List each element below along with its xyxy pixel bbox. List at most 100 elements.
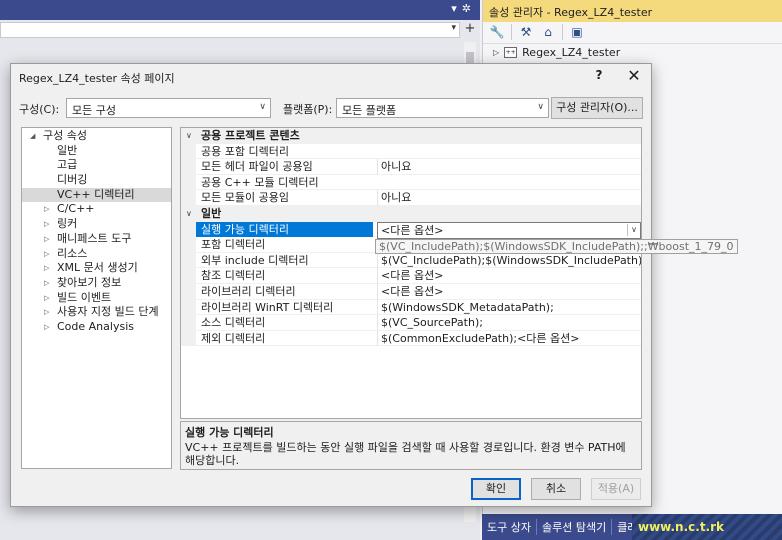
tree-item-label: XML 문서 생성기 xyxy=(57,261,138,275)
tree-item-label: Code Analysis xyxy=(57,319,134,333)
apply-button[interactable]: 적용(A) xyxy=(591,478,641,500)
property-value-text: $(CommonExcludePath);<다른 옵션> xyxy=(381,331,580,345)
tree-item-label: 리소스 xyxy=(57,246,88,260)
chevron-down-icon: ∨ xyxy=(259,102,266,112)
property-value: 아니요 xyxy=(377,159,641,175)
save-icon[interactable]: ▣ xyxy=(569,24,585,40)
property-row[interactable]: 라이브러리 WinRT 디렉터리 $(WindowsSDK_MetadataPat… xyxy=(181,299,641,316)
property-value-text: 아니요 xyxy=(381,191,412,205)
property-name: 라이브러리 디렉터리 xyxy=(201,284,296,298)
grid-category[interactable]: ∨ 일반 xyxy=(181,205,641,222)
tree-item[interactable]: 일반 xyxy=(22,144,171,159)
property-row[interactable]: 외부 include 디렉터리 $(VC_IncludePath);$(Windo… xyxy=(181,252,641,269)
configuration-value: 모든 구성 xyxy=(72,104,116,117)
expand-arrow-icon[interactable]: ▷ xyxy=(44,305,49,320)
description-panel: 실행 가능 디렉터리 VC++ 프로젝트를 빌드하는 동안 실행 파일을 검색할… xyxy=(180,421,642,470)
property-row[interactable]: 모든 모듈이 공용임 아니요 xyxy=(181,190,641,206)
expand-arrow-icon[interactable]: ▷ xyxy=(493,48,499,57)
tree-item[interactable]: ▷ 찾아보기 정보 xyxy=(22,276,171,291)
expand-arrow-icon[interactable]: ▷ xyxy=(44,276,49,291)
folder-icon[interactable]: ⌂ xyxy=(540,24,556,40)
tree-item[interactable]: 디버깅 xyxy=(22,173,171,188)
toolbar-divider xyxy=(511,24,512,40)
tools-icon[interactable]: ⚒ xyxy=(518,24,534,40)
platform-label: 플랫폼(P): xyxy=(283,103,333,116)
project-icon: ++ xyxy=(504,47,518,58)
property-value: $(CommonExcludePath);<다른 옵션> xyxy=(377,330,641,347)
property-name: 외부 include 디렉터리 xyxy=(201,253,309,267)
property-row[interactable]: 공용 포함 디렉터리 xyxy=(181,143,641,160)
property-name: 모든 모듈이 공용임 xyxy=(201,191,289,205)
expand-arrow-icon[interactable]: ▷ xyxy=(44,261,49,276)
tree-item[interactable]: ▷ XML 문서 생성기 xyxy=(22,261,171,276)
property-row[interactable]: 제외 디렉터리 $(CommonExcludePath);<다른 옵션> xyxy=(181,330,641,347)
window-controls-icon[interactable]: ▾✲ xyxy=(451,2,476,15)
expand-arrow-icon[interactable]: ▷ xyxy=(44,320,49,335)
tree-item[interactable]: VC++ 디렉터리 xyxy=(22,187,171,203)
property-name: 공용 포함 디렉터리 xyxy=(201,144,289,158)
ok-button[interactable]: 확인 xyxy=(471,478,521,500)
tree-item[interactable]: ▷ 리소스 xyxy=(22,247,171,262)
help-button[interactable]: ? xyxy=(591,68,607,82)
expand-arrow-icon[interactable]: ▷ xyxy=(44,232,49,247)
platform-value: 모든 플랫폼 xyxy=(342,104,397,117)
wrench-icon[interactable]: 🔧 xyxy=(489,24,505,40)
property-row[interactable]: 모든 헤더 파일이 공용임 아니요 xyxy=(181,159,641,175)
tab-solution-explorer[interactable]: 솔루션 탐색기 xyxy=(537,519,613,535)
chevron-down-icon: ∨ xyxy=(537,102,544,112)
property-name: 실행 가능 디렉터리 xyxy=(196,221,373,238)
project-name: Regex_LZ4_tester xyxy=(522,46,621,59)
property-row[interactable]: 참조 디렉터리 <다른 옵션> xyxy=(181,268,641,284)
platform-dropdown[interactable]: 모든 플랫폼 ∨ xyxy=(336,98,549,118)
property-row[interactable]: 실행 가능 디렉터리 <다른 옵션> ∨ xyxy=(181,221,641,240)
split-editor-icon[interactable]: + xyxy=(462,22,478,38)
tree-item[interactable]: ▷ Code Analysis xyxy=(22,320,171,335)
property-value-text: <다른 옵션> xyxy=(381,269,444,283)
value-dropdown-icon[interactable]: ∨ xyxy=(627,223,640,236)
property-pages-dialog: Regex_LZ4_tester 속성 페이지 ? ✕ 구성(C): 모든 구성… xyxy=(10,63,738,507)
grid-category-label: 공용 프로젝트 콘텐츠 xyxy=(201,129,300,142)
property-value-text: 아니요 xyxy=(381,160,412,174)
tree-item-label: 디버깅 xyxy=(57,173,88,187)
tree-item[interactable]: ▷ 빌드 이벤트 xyxy=(22,291,171,306)
property-name: 포함 디렉터리 xyxy=(201,238,266,252)
expand-arrow-icon[interactable]: ▷ xyxy=(44,217,49,232)
property-value-text: $(VC_SourcePath); xyxy=(381,316,483,330)
configuration-dropdown[interactable]: 모든 구성 ∨ xyxy=(66,98,271,118)
tree-item[interactable]: ▷ C/C++ xyxy=(22,202,171,217)
dialog-title: Regex_LZ4_tester 속성 페이지 xyxy=(19,72,175,85)
project-tree-item[interactable]: ▷ ++ Regex_LZ4_tester xyxy=(483,44,782,61)
configuration-label: 구성(C): xyxy=(19,103,60,116)
expand-arrow-icon[interactable]: ▷ xyxy=(44,202,49,217)
property-value: 아니요 xyxy=(377,190,641,206)
tree-item-label: 고급 xyxy=(57,158,78,172)
configuration-manager-button[interactable]: 구성 관리자(O)... xyxy=(551,97,643,119)
property-row[interactable]: 공용 C++ 모듈 디렉터리 xyxy=(181,174,641,191)
collapse-arrow-icon[interactable]: ∨ xyxy=(186,128,192,144)
tree-item[interactable]: ▷ 매니페스트 도구 xyxy=(22,232,171,247)
property-value: $(VC_IncludePath);$(WindowsSDK_IncludePa… xyxy=(377,252,641,269)
tree-item-label: 찾아보기 정보 xyxy=(57,275,122,289)
cancel-button[interactable]: 취소 xyxy=(531,478,581,500)
tree-item[interactable]: 고급 xyxy=(22,158,171,173)
close-button[interactable]: ✕ xyxy=(625,66,643,85)
grid-category[interactable]: ∨ 공용 프로젝트 콘텐츠 xyxy=(181,128,641,144)
description-text: VC++ 프로젝트를 빌드하는 동안 실행 파일을 검색할 때 사용할 경로입니… xyxy=(185,441,626,467)
tree-item[interactable]: ▷ 사용자 지정 빌드 단계 xyxy=(22,305,171,320)
property-value: $(VC_SourcePath); xyxy=(377,315,641,331)
collapse-arrow-icon[interactable]: ◢ xyxy=(30,129,35,144)
tab-toolbox[interactable]: 도구 상자 xyxy=(482,519,537,535)
tree-item-label: 일반 xyxy=(57,143,78,157)
property-value: $(WindowsSDK_MetadataPath); xyxy=(377,299,641,316)
navigation-dropdown[interactable]: ▾ xyxy=(0,22,460,38)
collapse-arrow-icon[interactable]: ∨ xyxy=(186,206,192,222)
property-row[interactable]: 소스 디렉터리 $(VC_SourcePath); xyxy=(181,315,641,331)
tree-item-label: 구성 속성 xyxy=(43,129,87,142)
property-name: 라이브러리 WinRT 디렉터리 xyxy=(201,300,334,314)
tree-item[interactable]: ◢ 구성 속성 xyxy=(22,129,171,144)
expand-arrow-icon[interactable]: ▷ xyxy=(44,247,49,262)
property-row[interactable]: 라이브러리 디렉터리 <다른 옵션> xyxy=(181,283,641,300)
tree-item[interactable]: ▷ 링커 xyxy=(22,217,171,232)
expand-arrow-icon[interactable]: ▷ xyxy=(44,291,49,306)
watermark: www.n.c.t.rk xyxy=(632,514,782,540)
